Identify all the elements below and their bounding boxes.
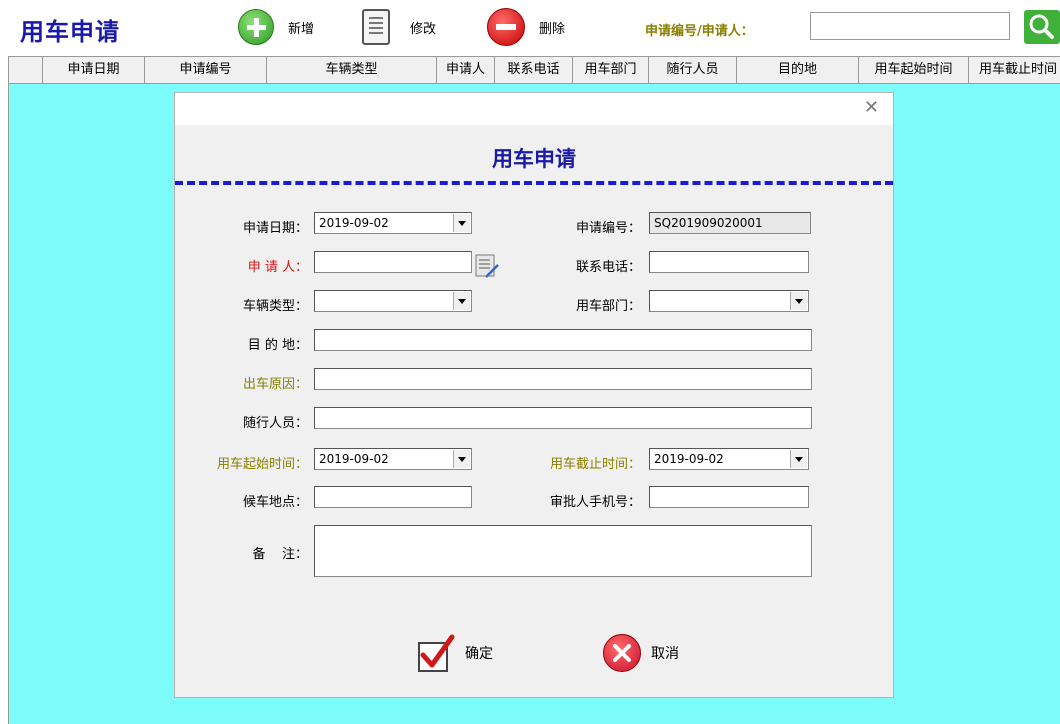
- edit-document-icon: [362, 9, 390, 45]
- confirm-button-label: 确定: [465, 646, 493, 662]
- chevron-down-icon: [453, 214, 470, 232]
- reason-label: 出车原因：: [242, 377, 308, 392]
- applicant-field[interactable]: [314, 251, 472, 273]
- companions-label: 随行人员：: [242, 416, 308, 431]
- add-icon: [238, 9, 274, 45]
- close-icon[interactable]: ✕: [864, 99, 879, 117]
- destination-label: 目 的 地：: [247, 338, 308, 353]
- apply-date-label: 申请日期：: [242, 221, 308, 236]
- end-time-label: 用车截止时间：: [549, 457, 641, 472]
- phone-label: 联系电话：: [575, 260, 641, 275]
- column-header[interactable]: 用车部门: [573, 57, 649, 83]
- column-header[interactable]: 用车起始时间: [859, 57, 969, 83]
- column-header[interactable]: 用车截止时间: [969, 57, 1060, 83]
- start-time-picker[interactable]: 2019-09-02: [314, 448, 472, 470]
- approver-phone-field[interactable]: [649, 486, 809, 508]
- heading-divider: [175, 181, 893, 185]
- companions-field[interactable]: [314, 407, 812, 429]
- confirm-button[interactable]: 确定: [417, 633, 493, 673]
- waiting-place-label: 候车地点：: [242, 495, 308, 510]
- apply-date-picker[interactable]: 2019-09-02: [314, 212, 472, 234]
- column-header[interactable]: 联系电话: [495, 57, 573, 83]
- phone-field[interactable]: [649, 251, 809, 273]
- column-header[interactable]: 随行人员: [649, 57, 737, 83]
- destination-field[interactable]: [314, 329, 812, 351]
- dialog-heading: 用车申请: [492, 146, 576, 171]
- add-button[interactable]: 新增: [238, 9, 314, 45]
- left-margin: [0, 56, 8, 724]
- cancel-icon: [603, 634, 641, 672]
- reason-field[interactable]: [314, 368, 812, 390]
- edit-button-label: 修改: [410, 21, 437, 37]
- vehicle-type-select[interactable]: [314, 290, 472, 312]
- apply-date-value: 2019-09-02: [319, 216, 389, 230]
- app-title: 用车申请: [20, 17, 120, 46]
- vehicle-request-dialog: ✕ 用车申请 申请日期： 2019-09-02 申请编号： SQ20190902…: [174, 92, 894, 698]
- remarks-label: 备 注：: [252, 547, 308, 562]
- start-time-value: 2019-09-02: [319, 452, 389, 466]
- toolbar: 用车申请 新增 修改 删除 申请编号/申请人：: [0, 0, 1060, 56]
- column-header[interactable]: 申请人: [437, 57, 495, 83]
- pick-user-icon[interactable]: [474, 253, 500, 279]
- chevron-down-icon: [453, 292, 470, 310]
- department-label: 用车部门：: [575, 299, 641, 314]
- start-time-label: 用车起始时间：: [216, 457, 308, 472]
- delete-icon: [487, 8, 525, 46]
- end-time-value: 2019-09-02: [654, 452, 724, 466]
- chevron-down-icon: [790, 292, 807, 310]
- column-header[interactable]: 目的地: [737, 57, 859, 83]
- grid-header: 申请日期 申请编号 车辆类型 申请人 联系电话 用车部门 随行人员 目的地 用车…: [8, 56, 1060, 84]
- column-header[interactable]: 申请日期: [43, 57, 145, 83]
- remarks-textarea[interactable]: [314, 525, 812, 577]
- apply-no-label: 申请编号：: [575, 221, 641, 236]
- chevron-down-icon: [453, 450, 470, 468]
- add-button-label: 新增: [288, 21, 315, 37]
- search-icon: [1029, 14, 1054, 39]
- column-header[interactable]: 车辆类型: [267, 57, 437, 83]
- checkmark-icon: [418, 634, 455, 672]
- cancel-button-label: 取消: [651, 646, 679, 662]
- column-header[interactable]: 申请编号: [145, 57, 267, 83]
- vehicle-type-label: 车辆类型：: [242, 299, 308, 314]
- delete-button-label: 删除: [539, 21, 566, 37]
- delete-button[interactable]: 删除: [487, 8, 566, 46]
- apply-no-field[interactable]: SQ201909020001: [649, 212, 811, 234]
- chevron-down-icon: [790, 450, 807, 468]
- dialog-titlebar: ✕: [175, 93, 893, 125]
- search-label: 申请编号/申请人：: [645, 24, 754, 39]
- search-input[interactable]: [810, 12, 1010, 40]
- applicant-label: 申 请 人：: [247, 260, 308, 275]
- row-selector-header[interactable]: [9, 57, 43, 83]
- search-button[interactable]: [1024, 10, 1060, 44]
- cancel-button[interactable]: 取消: [603, 633, 679, 673]
- department-select[interactable]: [649, 290, 809, 312]
- waiting-place-field[interactable]: [314, 486, 472, 508]
- approver-phone-label: 审批人手机号：: [549, 495, 641, 510]
- end-time-picker[interactable]: 2019-09-02: [649, 448, 809, 470]
- edit-button[interactable]: 修改: [362, 9, 436, 45]
